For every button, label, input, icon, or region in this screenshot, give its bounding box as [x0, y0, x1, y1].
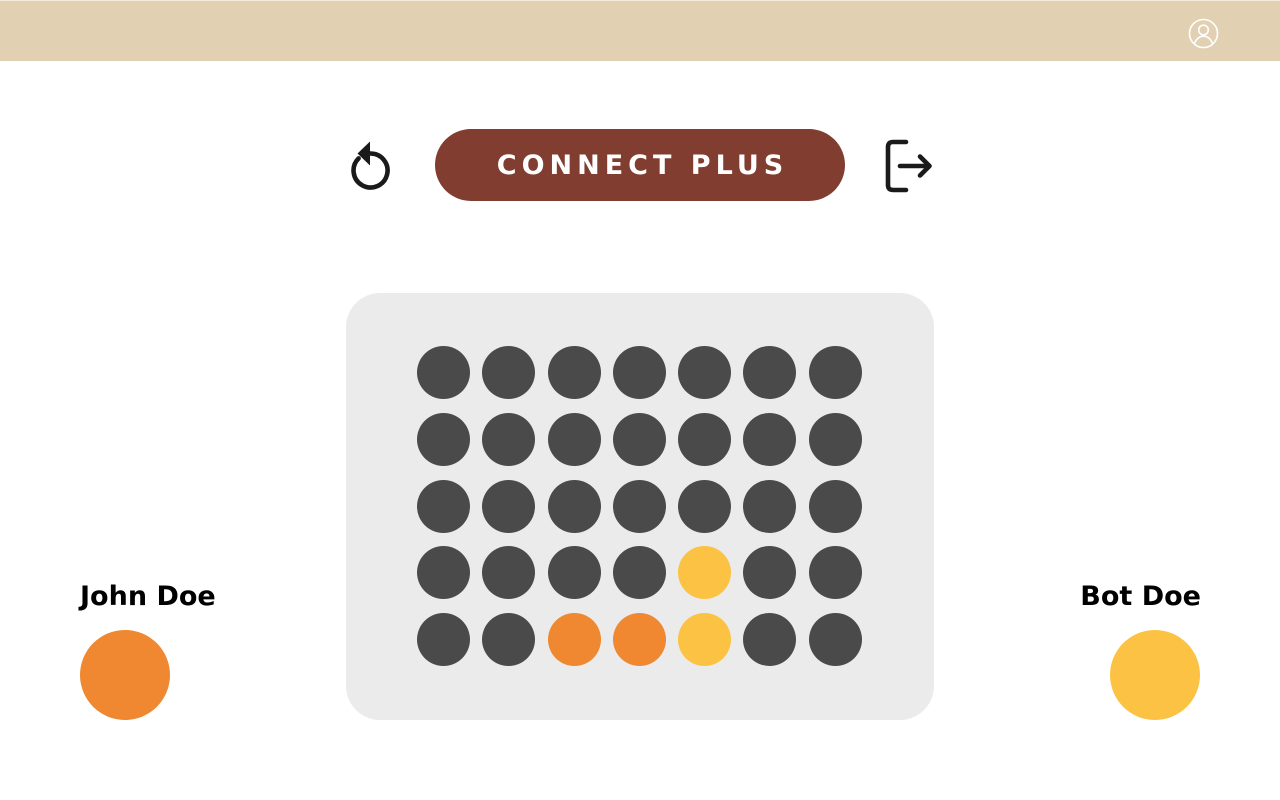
board-slot-empty[interactable]	[482, 613, 536, 666]
exit-button[interactable]	[882, 137, 938, 195]
board-slot-p2[interactable]	[678, 613, 732, 666]
board-slot-empty[interactable]	[612, 479, 666, 533]
board-slot-p1[interactable]	[547, 613, 601, 666]
board-slot-empty[interactable]	[743, 613, 797, 666]
board-slot-empty[interactable]	[547, 546, 601, 600]
game-board	[346, 293, 934, 720]
board-slot-empty[interactable]	[743, 346, 797, 399]
board-slot-empty[interactable]	[808, 479, 862, 533]
logout-icon	[885, 139, 932, 193]
board-slot-p1[interactable]	[612, 613, 666, 666]
board-slot-empty[interactable]	[743, 546, 797, 600]
player-two-token	[1110, 630, 1200, 720]
board-slot-empty[interactable]	[482, 412, 536, 466]
user-circle-icon	[1188, 18, 1219, 49]
board-slot-empty[interactable]	[417, 479, 470, 533]
board-slot-empty[interactable]	[547, 479, 601, 533]
board-slot-empty[interactable]	[547, 346, 601, 399]
board-slot-empty[interactable]	[743, 412, 797, 466]
board-slot-empty[interactable]	[808, 546, 862, 600]
board-slot-p2[interactable]	[678, 546, 732, 600]
profile-button[interactable]	[1187, 17, 1220, 50]
board-slot-empty[interactable]	[417, 546, 470, 600]
board-slot-empty[interactable]	[678, 346, 732, 399]
restart-button[interactable]	[344, 137, 396, 195]
board-slot-empty[interactable]	[547, 412, 601, 466]
player-one-name: John Doe	[80, 581, 216, 612]
restart-icon	[351, 141, 390, 190]
board-slot-empty[interactable]	[612, 412, 666, 466]
board-slot-empty[interactable]	[808, 613, 862, 666]
game-title: CONNECT PLUS	[496, 149, 789, 181]
game-title-banner: CONNECT PLUS	[435, 129, 845, 201]
board-grid	[417, 346, 862, 666]
board-slot-empty[interactable]	[482, 346, 536, 399]
board-slot-empty[interactable]	[417, 346, 470, 399]
board-slot-empty[interactable]	[417, 613, 470, 666]
board-slot-empty[interactable]	[743, 479, 797, 533]
board-slot-empty[interactable]	[482, 546, 536, 600]
board-slot-empty[interactable]	[678, 479, 732, 533]
board-slot-empty[interactable]	[482, 479, 536, 533]
player-two-name: Bot Doe	[1080, 581, 1201, 612]
top-bar	[0, 0, 1280, 61]
board-slot-empty[interactable]	[612, 546, 666, 600]
board-slot-empty[interactable]	[808, 346, 862, 399]
board-slot-empty[interactable]	[612, 346, 666, 399]
board-slot-empty[interactable]	[417, 412, 470, 466]
board-slot-empty[interactable]	[808, 412, 862, 466]
board-slot-empty[interactable]	[678, 412, 732, 466]
player-one-token	[80, 630, 170, 720]
